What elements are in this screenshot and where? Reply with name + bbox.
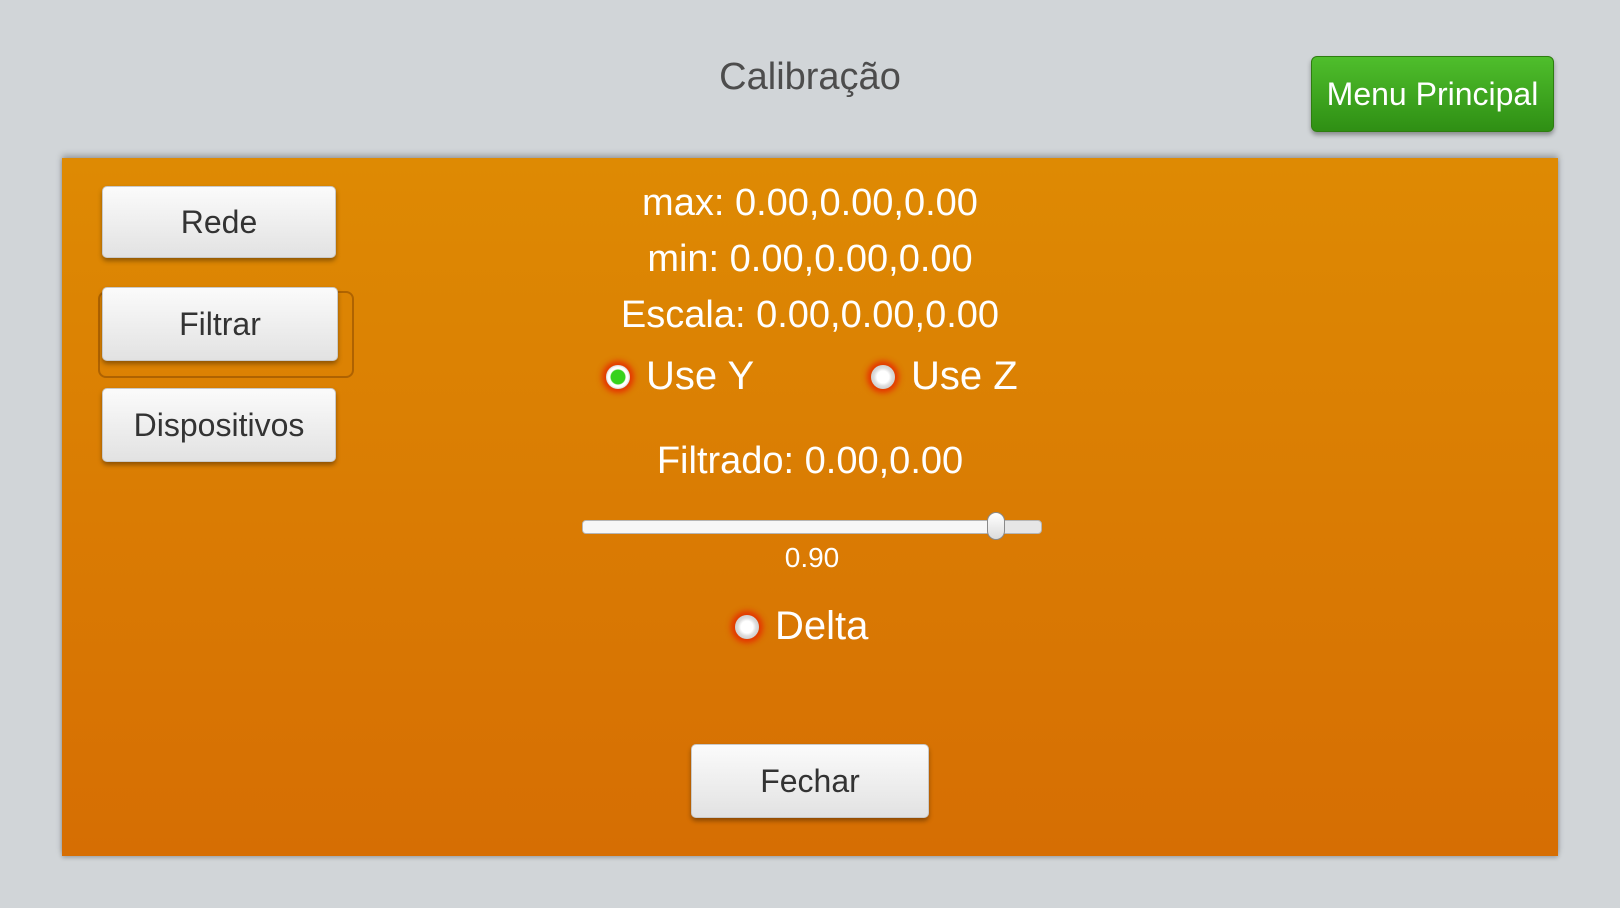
close-button[interactable]: Fechar <box>691 744 929 818</box>
use-z-radio[interactable]: Use Z <box>871 354 1018 399</box>
delta-label: Delta <box>775 604 869 648</box>
radio-selected-icon <box>606 364 630 389</box>
filter-slider-thumb[interactable] <box>987 512 1005 540</box>
radio-unselected-icon <box>735 614 759 639</box>
filter-slider-value: 0.90 <box>784 542 840 573</box>
min-readout: min: 0.00,0.00,0.00 <box>647 238 973 280</box>
main-menu-button[interactable]: Menu Principal <box>1311 56 1554 132</box>
use-z-label: Use Z <box>911 354 1018 398</box>
filter-slider-fill <box>583 521 997 533</box>
radio-unselected-icon <box>871 364 895 389</box>
calibration-panel: Rede Filtrar Dispositivos max: 0.00,0.00… <box>62 158 1558 856</box>
max-readout: max: 0.00,0.00,0.00 <box>642 182 978 224</box>
filtered-readout: Filtrado: 0.00,0.00 <box>656 440 964 482</box>
scale-readout: Escala: 0.00,0.00,0.00 <box>620 294 1000 336</box>
use-y-label: Use Y <box>646 354 755 398</box>
delta-radio[interactable]: Delta <box>735 604 868 649</box>
filter-slider-track[interactable] <box>582 520 1042 534</box>
use-y-radio[interactable]: Use Y <box>606 354 754 399</box>
